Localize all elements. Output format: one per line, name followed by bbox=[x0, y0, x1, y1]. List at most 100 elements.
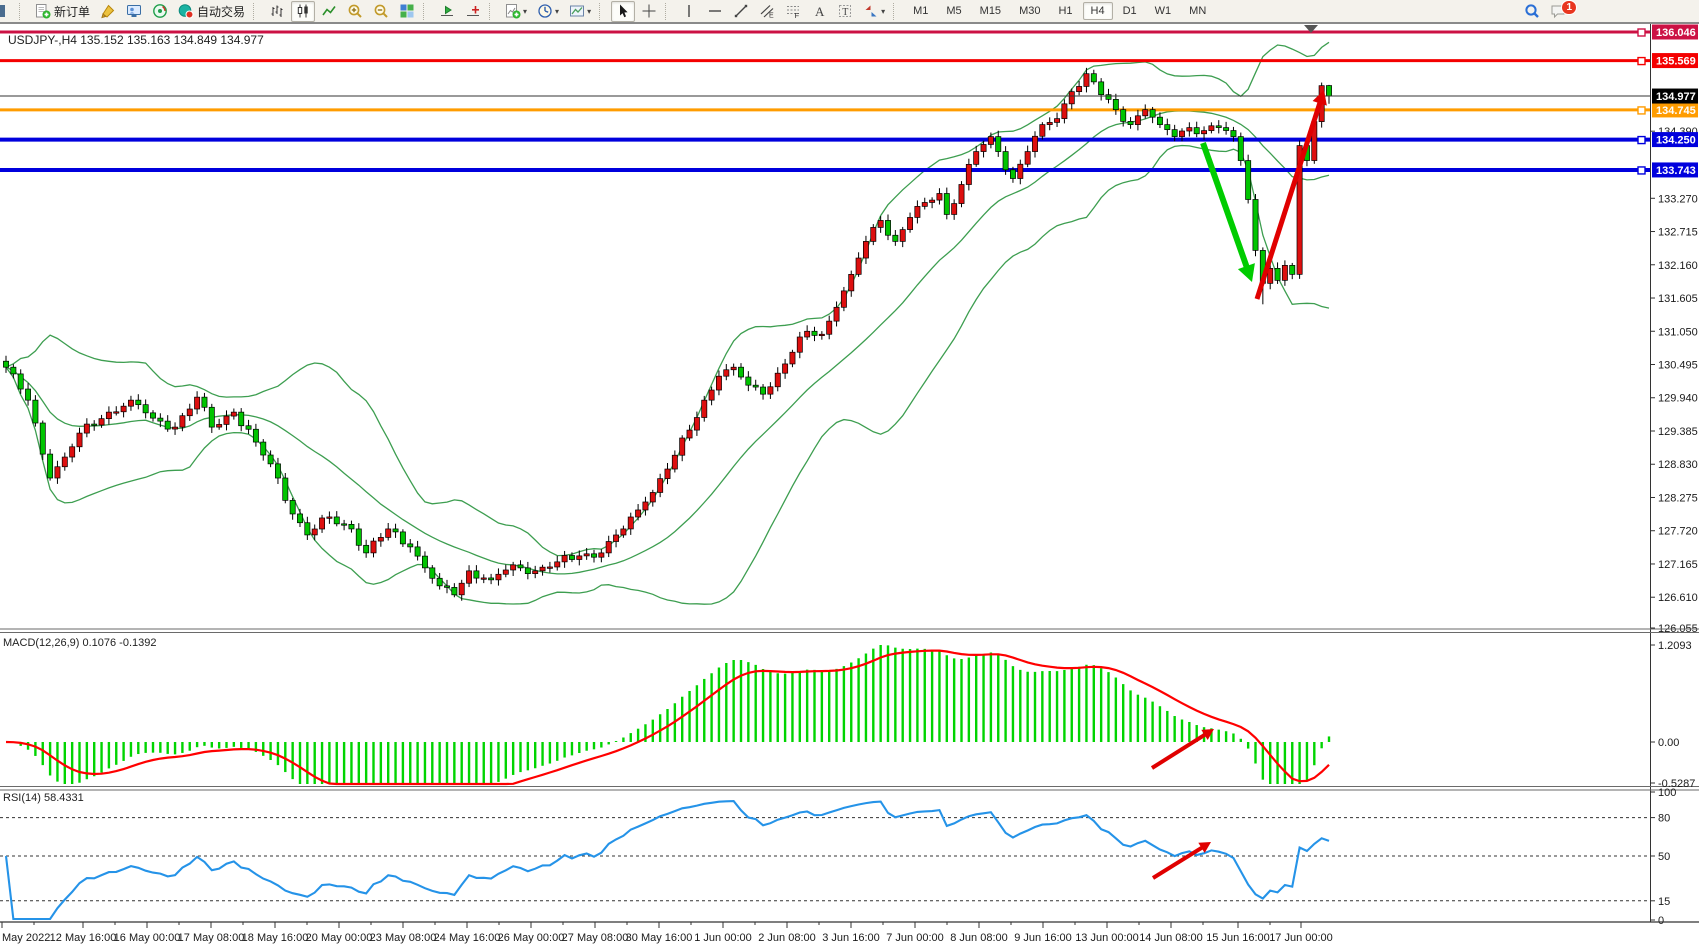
candle-body bbox=[1172, 130, 1177, 137]
timeframe-button-mn[interactable]: MN bbox=[1181, 2, 1214, 20]
time-axis-label: 13 Jun 00:00 bbox=[1075, 932, 1139, 944]
periods-button[interactable]: ▾ bbox=[533, 1, 563, 22]
chart-title: USDJPY-,H4 135.152 135.163 134.849 134.9… bbox=[8, 33, 264, 47]
search-icon bbox=[1524, 3, 1540, 19]
candle-body bbox=[922, 202, 927, 206]
timeframe-button-m15[interactable]: M15 bbox=[972, 2, 1009, 20]
candle-body bbox=[364, 545, 369, 553]
rsi-indicator-label: RSI(14) 58.4331 bbox=[3, 792, 84, 804]
timeframe-button-w1[interactable]: W1 bbox=[1147, 2, 1180, 20]
cursor-button[interactable] bbox=[611, 1, 635, 22]
hline-handle-136.046[interactable] bbox=[1638, 29, 1645, 36]
candle-body bbox=[1032, 136, 1037, 151]
equidistant-channel-button[interactable]: E bbox=[755, 1, 779, 22]
market-watch-button[interactable] bbox=[122, 1, 146, 22]
candle-body bbox=[459, 583, 464, 595]
timeframe-button-m30[interactable]: M30 bbox=[1011, 2, 1048, 20]
candle-body bbox=[195, 397, 200, 409]
time-axis-label: 8 Jun 08:00 bbox=[950, 932, 1008, 944]
time-axis-label: 9 Jun 16:00 bbox=[1014, 932, 1072, 944]
price-tick-label: 127.165 bbox=[1658, 559, 1698, 571]
candlestick-chart-button[interactable] bbox=[291, 1, 315, 22]
hline-handle-133.743[interactable] bbox=[1638, 167, 1645, 174]
candle-body bbox=[136, 400, 141, 405]
candle-body bbox=[702, 400, 707, 417]
timeframe-button-d1[interactable]: D1 bbox=[1115, 2, 1145, 20]
hline-handle-134.745[interactable] bbox=[1638, 107, 1645, 114]
bars-icon bbox=[269, 3, 285, 19]
timeframe-button-m1[interactable]: M1 bbox=[905, 2, 936, 20]
arrows-button[interactable]: ▾ bbox=[859, 1, 889, 22]
signals-button[interactable] bbox=[148, 1, 172, 22]
line-chart-button[interactable] bbox=[317, 1, 341, 22]
price-tick-label: 127.720 bbox=[1658, 526, 1698, 538]
candle-body bbox=[1062, 104, 1067, 119]
notifications-button[interactable]: 1 bbox=[1546, 1, 1586, 22]
toolbar-separator bbox=[893, 3, 900, 20]
autotrading-button[interactable]: 自动交易 bbox=[174, 1, 249, 22]
timeframe-button-h1[interactable]: H1 bbox=[1050, 2, 1080, 20]
candle-body bbox=[930, 200, 935, 202]
candle-body bbox=[408, 544, 413, 547]
candle-body bbox=[1326, 86, 1331, 96]
svg-text:T: T bbox=[842, 7, 848, 18]
bar-chart-button[interactable] bbox=[265, 1, 289, 22]
rsi-scale-label: 0 bbox=[1658, 915, 1664, 927]
candle-body bbox=[812, 331, 817, 335]
main-toolbar: 新订单自动交易▾▾▾EFAT▾M1M5M15M30H1H4D1W1MN1 bbox=[0, 0, 1699, 24]
candle-body bbox=[937, 193, 942, 200]
macd-scale-label: 1.2093 bbox=[1658, 640, 1692, 652]
label-button[interactable]: T bbox=[833, 1, 857, 22]
candle-body bbox=[246, 426, 251, 430]
candle-body bbox=[1018, 164, 1023, 178]
candle-body bbox=[342, 524, 347, 525]
new-order-button-label: 新订单 bbox=[54, 3, 90, 20]
candle-body bbox=[99, 419, 104, 425]
trendline-button[interactable] bbox=[729, 1, 753, 22]
time-axis-label: 17 Jun 00:00 bbox=[1269, 932, 1333, 944]
search-button[interactable] bbox=[1520, 1, 1544, 22]
zoom-in-button[interactable] bbox=[343, 1, 367, 22]
rsi-scale-label: 80 bbox=[1658, 813, 1670, 825]
rsi-scale-label: 15 bbox=[1658, 896, 1670, 908]
candle-body bbox=[1010, 170, 1015, 179]
candle-body bbox=[738, 367, 743, 377]
cursor-icon bbox=[615, 3, 631, 19]
vertical-line-button[interactable] bbox=[677, 1, 701, 22]
hline-handle-134.250[interactable] bbox=[1638, 137, 1645, 144]
candle-body bbox=[591, 554, 596, 557]
templates-button[interactable]: ▾ bbox=[565, 1, 595, 22]
chart-canvas[interactable]: 134.390133.270132.715132.160131.605131.0… bbox=[0, 0, 1699, 949]
time-axis-label: 27 May 08:00 bbox=[562, 932, 629, 944]
crosshair-button[interactable] bbox=[637, 1, 661, 22]
candle-body bbox=[70, 447, 75, 457]
text-button[interactable]: A bbox=[807, 1, 831, 22]
time-axis-label: 26 May 00:00 bbox=[498, 932, 565, 944]
horizontal-line-button[interactable] bbox=[703, 1, 727, 22]
chart-shift-button[interactable] bbox=[461, 1, 485, 22]
timeframe-button-h4[interactable]: H4 bbox=[1083, 2, 1113, 20]
candle-body bbox=[599, 553, 604, 557]
candle-body bbox=[481, 578, 486, 579]
toolbar-separator bbox=[253, 3, 260, 20]
metaeditor-button[interactable] bbox=[96, 1, 120, 22]
fibonacci-button[interactable]: F bbox=[781, 1, 805, 22]
candle-body bbox=[268, 455, 273, 464]
candle-body bbox=[312, 529, 317, 535]
tile-windows-button[interactable] bbox=[395, 1, 419, 22]
candle-body bbox=[319, 518, 324, 529]
candle-body bbox=[1246, 161, 1251, 200]
zoomout-icon bbox=[373, 3, 389, 19]
auto-scroll-button[interactable] bbox=[435, 1, 459, 22]
candle-body bbox=[1157, 117, 1162, 124]
toolbar-separator bbox=[423, 3, 430, 20]
new-order-button[interactable]: 新订单 bbox=[31, 1, 94, 22]
candle-body bbox=[334, 517, 339, 524]
timeframe-button-m5[interactable]: M5 bbox=[938, 2, 969, 20]
candle-body bbox=[1121, 110, 1126, 122]
hline-handle-135.569[interactable] bbox=[1638, 58, 1645, 65]
candle-body bbox=[25, 389, 30, 400]
toolbar-separator bbox=[489, 3, 496, 20]
new-chart-button[interactable]: ▾ bbox=[501, 1, 531, 22]
zoom-out-button[interactable] bbox=[369, 1, 393, 22]
